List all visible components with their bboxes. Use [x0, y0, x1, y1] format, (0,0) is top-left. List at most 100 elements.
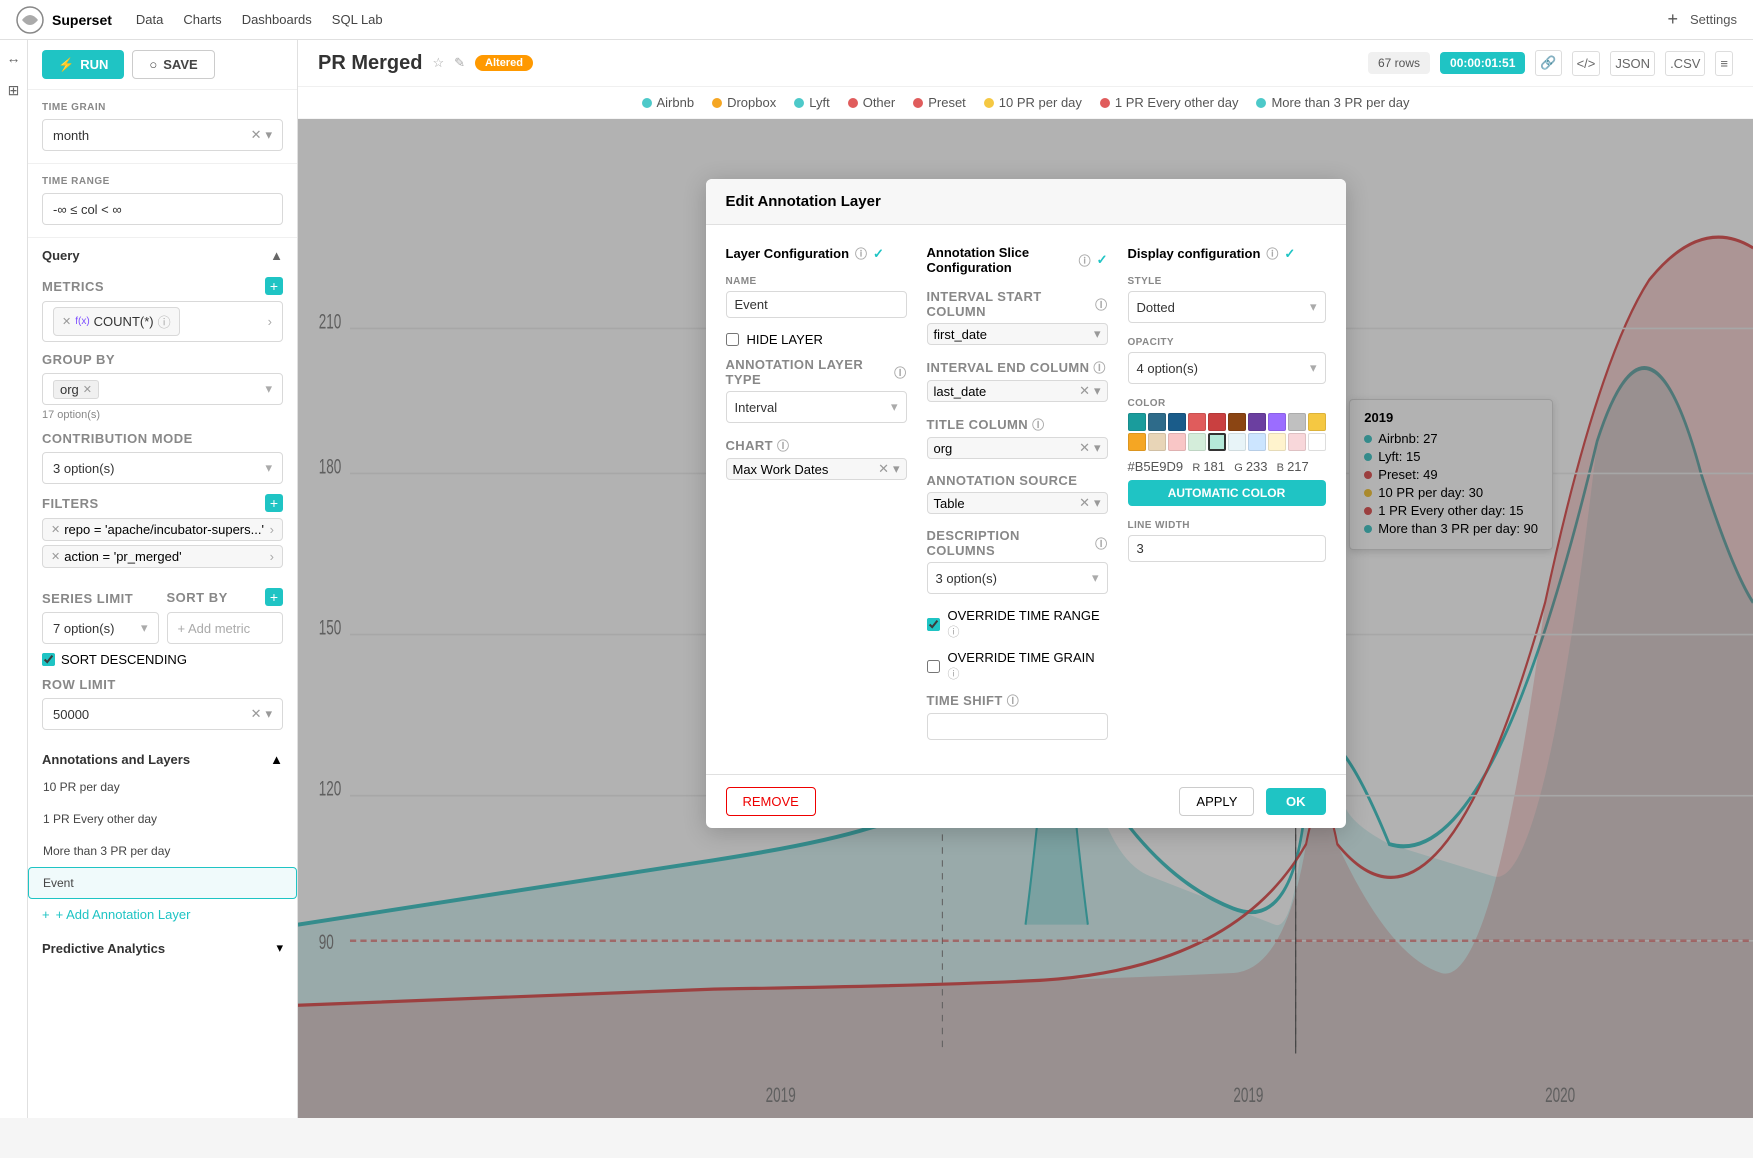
color-swatch-8[interactable]: [1268, 413, 1286, 431]
color-swatch-5[interactable]: [1208, 413, 1226, 431]
override-time-grain-checkbox[interactable]: [927, 660, 940, 673]
color-swatch-selected[interactable]: [1208, 433, 1226, 451]
csv-btn[interactable]: .CSV: [1665, 51, 1705, 76]
color-swatch-18[interactable]: [1268, 433, 1286, 451]
time-range-input[interactable]: -∞ ≤ col < ∞: [42, 193, 283, 225]
edit-icon[interactable]: ✎: [454, 55, 465, 71]
save-button[interactable]: ○ SAVE: [132, 50, 214, 79]
legend-other[interactable]: Other: [848, 95, 896, 110]
code-icon[interactable]: </>: [1572, 51, 1601, 76]
source-select[interactable]: Table ✕ ▾: [927, 492, 1108, 514]
color-swatch-12[interactable]: [1148, 433, 1166, 451]
annotation-10pr[interactable]: 10 PR per day: [28, 771, 297, 803]
add-metric-button[interactable]: +: [265, 277, 283, 295]
line-width-input[interactable]: [1128, 535, 1326, 562]
opacity-select[interactable]: 4 option(s) ▾: [1128, 352, 1326, 384]
legend-airbnb[interactable]: Airbnb: [642, 95, 695, 110]
query-section-header[interactable]: Query ▲: [28, 238, 297, 267]
add-button[interactable]: +: [1668, 9, 1679, 30]
chart-select[interactable]: Max Work Dates ✕ ▾: [726, 458, 907, 480]
row-limit-select[interactable]: 50000 ✕ ▾: [42, 698, 283, 730]
run-button[interactable]: ⚡ RUN: [42, 50, 124, 79]
color-swatch-9[interactable]: [1288, 413, 1306, 431]
legend-3pr[interactable]: More than 3 PR per day: [1256, 95, 1409, 110]
color-swatch-2[interactable]: [1148, 413, 1166, 431]
legend-preset[interactable]: Preset: [913, 95, 966, 110]
more-options-icon[interactable]: ≡: [1715, 51, 1733, 76]
contribution-mode-select[interactable]: 3 option(s) ▾: [42, 452, 283, 484]
link-icon[interactable]: 🔗: [1535, 50, 1561, 76]
sort-descending-checkbox[interactable]: [42, 653, 55, 666]
star-icon[interactable]: ☆: [432, 55, 444, 71]
anno-type-select[interactable]: Interval ▾: [726, 391, 907, 423]
nav-dashboards[interactable]: Dashboards: [242, 12, 312, 27]
color-swatch-white[interactable]: [1308, 433, 1326, 451]
nav-charts[interactable]: Charts: [183, 12, 221, 27]
series-limit-select[interactable]: 7 option(s) ▾: [42, 612, 159, 644]
filter-action-remove[interactable]: ✕: [51, 550, 60, 563]
legend-lyft[interactable]: Lyft: [794, 95, 829, 110]
color-swatch-4[interactable]: [1188, 413, 1206, 431]
group-by-field[interactable]: org ✕ ▾: [42, 373, 283, 405]
sidebar-icon-arrow[interactable]: ↔: [4, 48, 24, 68]
color-swatch-19[interactable]: [1288, 433, 1306, 451]
sort-by-input[interactable]: + Add metric: [167, 612, 284, 644]
desc-col-select[interactable]: 3 option(s) ▾: [927, 562, 1108, 594]
sort-by-label: SORT BY +: [167, 588, 284, 606]
legend-1pr[interactable]: 1 PR Every other day: [1100, 95, 1239, 110]
group-by-remove-icon[interactable]: ✕: [83, 383, 92, 396]
color-swatch-1[interactable]: [1128, 413, 1146, 431]
time-grain-select[interactable]: month ✕ ▾: [42, 119, 283, 151]
color-swatch-13[interactable]: [1168, 433, 1186, 451]
color-swatch-10[interactable]: [1308, 413, 1326, 431]
override-time-grain-row[interactable]: OVERRIDE TIME GRAIN ⓘ: [927, 650, 1108, 682]
chart-clear-icon[interactable]: ✕: [878, 461, 889, 477]
override-time-range-checkbox[interactable]: [927, 618, 940, 631]
color-swatch-7[interactable]: [1248, 413, 1266, 431]
color-swatch-16[interactable]: [1228, 433, 1246, 451]
annotations-section-header[interactable]: Annotations and Layers ▲: [28, 742, 297, 771]
legend-10pr[interactable]: 10 PR per day: [984, 95, 1082, 110]
color-swatch-17[interactable]: [1248, 433, 1266, 451]
legend-dropbox[interactable]: Dropbox: [712, 95, 776, 110]
end-col-select[interactable]: last_date ✕ ▾: [927, 380, 1108, 402]
color-swatch-11[interactable]: [1128, 433, 1146, 451]
auto-color-button[interactable]: AUTOMATIC COLOR: [1128, 480, 1326, 506]
color-swatch-3[interactable]: [1168, 413, 1186, 431]
annotation-event[interactable]: Event: [28, 867, 297, 899]
hide-layer-checkbox[interactable]: [726, 333, 739, 346]
nav-data[interactable]: Data: [136, 12, 163, 27]
layer-name-input[interactable]: [726, 291, 907, 318]
time-shift-input[interactable]: [927, 713, 1108, 740]
logo[interactable]: Superset: [16, 6, 112, 34]
sidebar-icon-grid[interactable]: ⊞: [4, 80, 24, 100]
override-time-range-row[interactable]: OVERRIDE TIME RANGE ⓘ: [927, 608, 1108, 640]
annotation-1pr[interactable]: 1 PR Every other day: [28, 803, 297, 835]
metric-remove-icon[interactable]: ✕: [62, 315, 71, 328]
color-swatch-14[interactable]: [1188, 433, 1206, 451]
clear-icon[interactable]: ✕: [251, 127, 262, 143]
remove-button[interactable]: REMOVE: [726, 787, 816, 816]
title-col-select[interactable]: org ✕ ▾: [927, 437, 1108, 459]
chevron-down-icon: ▾: [265, 706, 272, 722]
source-clear-icon[interactable]: ✕: [1079, 495, 1090, 511]
end-col-clear-icon[interactable]: ✕: [1079, 383, 1090, 399]
title-col-clear-icon[interactable]: ✕: [1079, 440, 1090, 456]
ok-button[interactable]: OK: [1266, 788, 1326, 815]
apply-button[interactable]: APPLY: [1179, 787, 1254, 816]
predictive-section-header[interactable]: Predictive Analytics ▾: [28, 930, 297, 960]
add-annotation-layer-button[interactable]: + + Add Annotation Layer: [28, 899, 297, 930]
clear-icon[interactable]: ✕: [251, 706, 262, 722]
start-col-select[interactable]: first_date ▾: [927, 323, 1108, 345]
json-btn[interactable]: JSON: [1610, 51, 1655, 76]
add-sort-metric-button[interactable]: +: [265, 588, 283, 606]
nav-sql-lab[interactable]: SQL Lab: [332, 12, 383, 27]
metrics-field[interactable]: ✕ f(x) COUNT(*) ⓘ ›: [42, 301, 283, 342]
style-select[interactable]: Dotted ▾: [1128, 291, 1326, 323]
settings-button[interactable]: Settings: [1690, 12, 1737, 27]
annotation-3pr[interactable]: More than 3 PR per day: [28, 835, 297, 867]
hide-layer-checkbox-row[interactable]: HIDE LAYER: [726, 332, 907, 347]
add-filter-button[interactable]: +: [265, 494, 283, 512]
filter-repo-remove[interactable]: ✕: [51, 523, 60, 536]
color-swatch-6[interactable]: [1228, 413, 1246, 431]
